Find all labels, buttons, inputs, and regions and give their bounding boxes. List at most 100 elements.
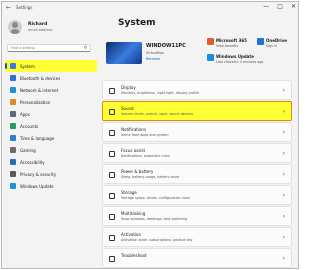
- card-power-battery[interactable]: Power & battery Sleep, battery usage, ba…: [102, 164, 292, 184]
- device-name: WINDOW11PC: [146, 43, 186, 49]
- card-title: Display: [121, 85, 136, 90]
- sidebar-item-accessibility[interactable]: Accessibility: [5, 156, 97, 168]
- sidebar-item-privacy[interactable]: Privacy & security: [5, 168, 97, 180]
- sidebar-item-label: Bluetooth & devices: [20, 75, 61, 81]
- moon-icon: [109, 151, 115, 157]
- card-subtitle: Snap windows, desktops, task switching: [121, 217, 188, 221]
- sidebar-item-label: Accessibility: [20, 159, 45, 165]
- chevron-right-icon: ›: [282, 108, 285, 115]
- card-focus-assist[interactable]: Focus assist Notifications, automatic ru…: [102, 143, 292, 163]
- main-content: System WINDOW11PC VirtualBox Rename Micr…: [102, 14, 298, 268]
- sidebar-item-label: Gaming: [20, 147, 36, 153]
- person-icon: [10, 123, 16, 129]
- card-sound[interactable]: Sound Volume levels, output, input, soun…: [102, 101, 292, 121]
- sidebar-item-label: Windows Update: [20, 183, 54, 189]
- card-subtitle: Alerts from apps and system: [121, 133, 169, 137]
- sidebar-item-bluetooth[interactable]: Bluetooth & devices: [5, 72, 97, 84]
- sidebar-item-label: Time & language: [20, 135, 55, 141]
- card-subtitle: Monitors, brightness, night light, displ…: [121, 91, 199, 95]
- sidebar-item-label: Personalization: [20, 99, 51, 105]
- card-display[interactable]: Display Monitors, brightness, night ligh…: [102, 80, 292, 100]
- update-icon: [10, 183, 16, 189]
- chevron-right-icon: ›: [282, 255, 285, 262]
- maximize-icon[interactable]: □: [277, 3, 283, 10]
- card-notifications[interactable]: Notifications Alerts from apps and syste…: [102, 122, 292, 142]
- sidebar: Richard email.address Find a setting ⚲ S…: [2, 14, 97, 268]
- tile-windows-update[interactable]: Windows Update Last checked: 4 minutes a…: [207, 54, 263, 64]
- sidebar-item-network[interactable]: Network & internet: [5, 84, 97, 96]
- page-title: System: [118, 18, 156, 28]
- sidebar-nav: System Bluetooth & devices Network & int…: [5, 60, 97, 192]
- sidebar-item-windows-update[interactable]: Windows Update: [5, 180, 97, 192]
- sidebar-item-label: System: [20, 63, 35, 69]
- tile-subtitle: Sign in: [266, 44, 278, 48]
- settings-window: ← Settings — □ ✕ Richard email.address F…: [1, 1, 299, 269]
- chevron-right-icon: ›: [282, 192, 285, 199]
- avatar[interactable]: [8, 20, 22, 34]
- tile-onedrive[interactable]: OneDrive Sign in: [257, 38, 287, 48]
- wifi-icon: [10, 87, 16, 93]
- card-multitasking[interactable]: Multitasking Snap windows, desktops, tas…: [102, 206, 292, 226]
- profile-name: Richard: [28, 22, 48, 27]
- chevron-right-icon: ›: [282, 213, 285, 220]
- card-troubleshoot[interactable]: Troubleshoot ›: [102, 248, 292, 268]
- back-arrow-icon[interactable]: ←: [6, 4, 11, 11]
- multitask-icon: [109, 214, 115, 220]
- window-controls: — □ ✕: [263, 3, 296, 10]
- shield-icon: [10, 171, 16, 177]
- tile-title: Microsoft 365: [216, 38, 247, 43]
- chevron-right-icon: ›: [282, 234, 285, 241]
- search-icon[interactable]: ⚲: [84, 46, 87, 51]
- card-title: Sound: [121, 106, 134, 111]
- accessibility-icon: [10, 159, 16, 165]
- power-icon: [109, 172, 115, 178]
- settings-list: Display Monitors, brightness, night ligh…: [102, 80, 292, 268]
- search-input[interactable]: Find a setting ⚲: [7, 44, 91, 52]
- apps-icon: [10, 111, 16, 117]
- sidebar-item-personalization[interactable]: Personalization: [5, 96, 97, 108]
- card-title: Storage: [121, 190, 137, 195]
- tile-title: OneDrive: [266, 38, 287, 43]
- device-image: [106, 42, 142, 64]
- card-storage[interactable]: Storage Storage space, drives, configura…: [102, 185, 292, 205]
- sidebar-item-time-language[interactable]: Time & language: [5, 132, 97, 144]
- card-subtitle: Sleep, battery usage, battery saver: [121, 175, 180, 179]
- monitor-icon: [10, 63, 16, 69]
- card-subtitle: Activation state, subscriptions, product…: [121, 238, 193, 242]
- sidebar-item-accounts[interactable]: Accounts: [5, 120, 97, 132]
- card-title: Multitasking: [121, 211, 146, 216]
- tile-subtitle: View benefits: [216, 44, 239, 48]
- bell-icon: [109, 130, 115, 136]
- close-icon[interactable]: ✕: [291, 3, 296, 10]
- globe-clock-icon: [10, 135, 16, 141]
- display-icon: [109, 88, 115, 94]
- card-activation[interactable]: Activation Activation state, subscriptio…: [102, 227, 292, 247]
- controller-icon: [10, 147, 16, 153]
- sidebar-item-apps[interactable]: Apps: [5, 108, 97, 120]
- key-icon: [109, 235, 115, 241]
- card-title: Focus assist: [121, 148, 146, 153]
- sidebar-item-label: Privacy & security: [20, 171, 57, 177]
- microsoft-icon: [207, 38, 214, 45]
- card-subtitle: Volume levels, output, input, sound devi…: [121, 112, 194, 116]
- card-subtitle: Storage space, drives, configuration rul…: [121, 196, 190, 200]
- tile-title: Windows Update: [216, 54, 255, 59]
- sidebar-item-label: Network & internet: [20, 87, 59, 93]
- minimize-icon[interactable]: —: [263, 3, 269, 10]
- card-title: Troubleshoot: [121, 253, 147, 258]
- rename-link[interactable]: Rename: [146, 57, 160, 61]
- window-title: Settings: [16, 5, 33, 10]
- search-placeholder: Find a setting: [11, 46, 35, 50]
- sidebar-item-gaming[interactable]: Gaming: [5, 144, 97, 156]
- sidebar-item-label: Apps: [20, 111, 30, 117]
- chevron-right-icon: ›: [282, 171, 285, 178]
- card-title: Power & battery: [121, 169, 154, 174]
- speaker-icon: [109, 109, 115, 115]
- card-title: Activation: [121, 232, 142, 237]
- tile-microsoft-365[interactable]: Microsoft 365 View benefits: [207, 38, 247, 48]
- bluetooth-icon: [10, 75, 16, 81]
- chevron-right-icon: ›: [282, 150, 285, 157]
- device-model: VirtualBox: [146, 51, 164, 55]
- title-bar: ← Settings — □ ✕: [2, 2, 298, 14]
- sidebar-item-system[interactable]: System: [5, 60, 97, 72]
